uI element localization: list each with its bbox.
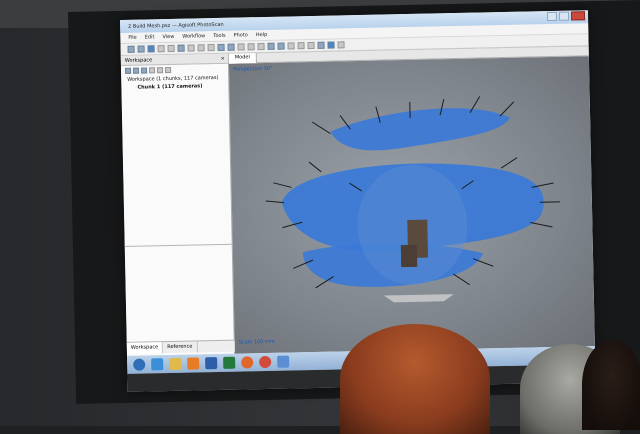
crop-icon[interactable] xyxy=(258,43,265,50)
redo-icon[interactable] xyxy=(168,45,175,52)
reconstructed-object-base xyxy=(401,245,417,267)
window-title: 2 Build Mesh.psz — Agisoft PhotoScan xyxy=(128,21,224,29)
region-icon[interactable] xyxy=(327,42,334,49)
word-icon[interactable] xyxy=(205,357,217,369)
perspective-label: Perspective 30° xyxy=(233,66,273,73)
tab-reference[interactable]: Reference xyxy=(163,341,197,353)
workspace-panel-title: Workspace xyxy=(125,57,152,64)
audience-head-far-right xyxy=(582,340,640,430)
camera-reconstruction-visual xyxy=(260,87,565,313)
photoscan-icon[interactable] xyxy=(277,356,289,368)
menu-workflow[interactable]: Workflow xyxy=(182,33,205,39)
panel-divider xyxy=(125,244,233,247)
circle-select-icon[interactable] xyxy=(198,44,205,51)
presentation-room: 2 Build Mesh.psz — Agisoft PhotoScan Fil… xyxy=(0,0,640,426)
workspace-panel: Workspace × Workspace (1 chunks, 117 cam… xyxy=(121,54,235,356)
workspace-tree: Workspace (1 chunks, 117 cameras) Chunk … xyxy=(121,74,228,92)
panel-close-icon[interactable]: × xyxy=(221,55,225,61)
delete-icon[interactable] xyxy=(248,43,255,50)
camera-band-top xyxy=(330,107,511,151)
undo-icon[interactable] xyxy=(158,45,165,52)
projected-screen: 2 Build Mesh.psz — Agisoft PhotoScan Fil… xyxy=(120,10,596,392)
minimize-button[interactable] xyxy=(547,12,557,21)
new-icon[interactable] xyxy=(128,46,135,53)
ie-icon[interactable] xyxy=(151,358,163,370)
tab-workspace[interactable]: Workspace xyxy=(127,342,164,354)
menu-photo[interactable]: Photo xyxy=(234,32,248,38)
window-controls xyxy=(547,11,585,21)
close-button[interactable] xyxy=(571,11,585,20)
rotate-icon[interactable] xyxy=(228,44,235,51)
media-player-icon[interactable] xyxy=(187,357,199,369)
add-chunk-icon[interactable] xyxy=(125,68,131,74)
cameras-icon[interactable] xyxy=(318,42,325,49)
chrome-icon[interactable] xyxy=(259,356,271,368)
move-icon[interactable] xyxy=(218,44,225,51)
tree-item-chunk[interactable]: Chunk 1 (117 cameras) xyxy=(127,82,228,92)
point-cloud-debris xyxy=(384,294,454,302)
mesh-wire-icon[interactable] xyxy=(298,42,305,49)
remove-icon[interactable] xyxy=(149,67,155,73)
model-view[interactable]: Model Perspective 30° Scale 100 mm xyxy=(229,46,595,353)
scale-label: Scale 100 mm xyxy=(239,339,275,346)
point-cloud-icon[interactable] xyxy=(268,43,275,50)
open-icon[interactable] xyxy=(138,45,145,52)
add-folder-icon[interactable] xyxy=(141,67,147,73)
menu-file[interactable]: File xyxy=(128,35,136,41)
rect-select-icon[interactable] xyxy=(188,44,195,51)
maximize-button[interactable] xyxy=(559,12,569,21)
menu-tools[interactable]: Tools xyxy=(213,33,225,39)
textured-icon[interactable] xyxy=(308,42,315,49)
menu-view[interactable]: View xyxy=(162,34,174,40)
clear-icon[interactable] xyxy=(165,67,171,73)
menu-edit[interactable]: Edit xyxy=(145,34,155,40)
mesh-solid-icon[interactable] xyxy=(288,42,295,49)
resize-icon[interactable] xyxy=(238,43,245,50)
excel-icon[interactable] xyxy=(223,357,235,369)
save-icon[interactable] xyxy=(148,45,155,52)
add-photos-icon[interactable] xyxy=(133,68,139,74)
panel-tabs: Workspace Reference xyxy=(127,340,235,354)
windows-start-icon[interactable] xyxy=(133,359,145,371)
reset-view-icon[interactable] xyxy=(337,41,344,48)
select-icon[interactable] xyxy=(178,45,185,52)
explorer-icon[interactable] xyxy=(169,358,181,370)
tab-model[interactable]: Model xyxy=(229,53,257,64)
firefox-icon[interactable] xyxy=(241,356,253,368)
audience-head-left xyxy=(340,324,490,434)
menu-help[interactable]: Help xyxy=(256,32,268,38)
dense-cloud-icon[interactable] xyxy=(278,43,285,50)
free-select-icon[interactable] xyxy=(208,44,215,51)
settings-icon[interactable] xyxy=(157,67,163,73)
